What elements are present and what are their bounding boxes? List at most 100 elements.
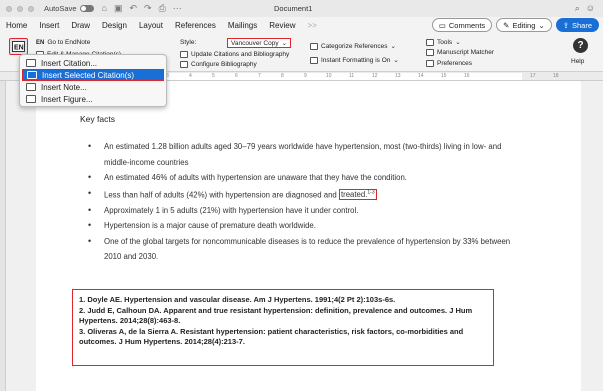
undo-icon[interactable]: ↶: [129, 3, 137, 14]
save-icon[interactable]: ▣: [114, 3, 123, 14]
insert-selected-icon: [27, 71, 37, 79]
menu-item-insert-note[interactable]: Insert Note...: [20, 81, 166, 93]
preferences-button[interactable]: Preferences: [426, 60, 472, 67]
categorize-label: Categorize References: [321, 42, 388, 50]
vertical-ruler: [0, 81, 6, 391]
tab-layout[interactable]: Layout: [133, 21, 169, 30]
ruler-text-area: [113, 73, 522, 80]
autosave-toggle[interactable]: [79, 5, 94, 12]
insert-citation-menu: Insert Citation... Insert Selected Citat…: [19, 54, 167, 107]
tab-references[interactable]: References: [169, 21, 222, 30]
more-icon[interactable]: ⋯: [173, 3, 182, 14]
search-icon[interactable]: ⌕: [575, 3, 580, 14]
menu-item-insert-citation[interactable]: Insert Citation...: [20, 57, 166, 69]
tools-button[interactable]: Tools ⌄: [426, 38, 461, 46]
style-dropdown[interactable]: Vancouver Copy ⌄: [227, 38, 292, 48]
menu-item-label: Insert Selected Citation(s): [42, 70, 135, 80]
home-icon[interactable]: ⌂: [102, 3, 107, 14]
bibliography-icon: [180, 61, 188, 68]
manuscript-matcher-button[interactable]: Manuscript Matcher: [426, 49, 494, 56]
menu-item-label: Insert Citation...: [41, 58, 98, 68]
share-icon: ⇪: [562, 20, 569, 30]
ruler-number: 16: [464, 73, 470, 79]
help-icon[interactable]: ?: [573, 38, 588, 53]
menu-item-insert-figure[interactable]: Insert Figure...: [20, 93, 166, 105]
reference-entry: 2. Judd E, Calhoun DA. Apparent and true…: [79, 305, 473, 326]
list-item: Approximately 1 in 5 adults (21%) with h…: [88, 203, 518, 219]
menu-item-insert-selected-citations[interactable]: Insert Selected Citation(s): [22, 69, 164, 81]
citation-superscript: 1-3: [367, 189, 375, 196]
title-bar: AutoSave ⌂ ▣ ↶ ↷ ⎙ ⋯ Document1 ⌕ ☺: [0, 0, 603, 17]
goto-endnote-button[interactable]: EN Go to EndNote: [36, 39, 90, 46]
chevron-down-icon: ⌄: [393, 57, 399, 64]
chevron-down-icon: ⌄: [538, 20, 545, 30]
document-title: Document1: [274, 4, 313, 13]
preferences-icon: [426, 60, 434, 67]
editing-button[interactable]: ✎ Editing ⌄: [496, 18, 552, 32]
list-item-text: Less than half of adults (42%) with hype…: [104, 190, 337, 200]
ruler-number: 5: [212, 73, 215, 79]
instant-formatting-button[interactable]: Instant Formatting is On ⌄: [310, 56, 399, 64]
insert-citation-icon: [26, 59, 36, 67]
menu-item-label: Insert Figure...: [41, 94, 93, 104]
reference-entry: 3. Oliveras A, de la Sierra A. Resistant…: [79, 326, 464, 347]
inserted-citation[interactable]: treated.1-3: [338, 189, 377, 201]
tab-review[interactable]: Review: [263, 21, 301, 30]
ruler-number: 4: [189, 73, 192, 79]
ruler-number: 18: [553, 73, 559, 79]
tab-overflow[interactable]: >>: [301, 21, 322, 30]
manuscript-icon: [426, 49, 434, 56]
categorize-references-button[interactable]: Categorize References ⌄: [310, 42, 396, 50]
manuscript-matcher-label: Manuscript Matcher: [437, 49, 495, 56]
chevron-down-icon: ⌄: [281, 40, 288, 47]
update-citations-label: Update Citations and Bibliography: [191, 51, 290, 58]
menu-item-label: Insert Note...: [41, 82, 87, 92]
note-icon: [26, 83, 36, 91]
update-icon: [180, 51, 188, 58]
account-icon[interactable]: ☺: [586, 3, 595, 14]
tab-home[interactable]: Home: [0, 21, 33, 30]
formatting-icon: [310, 56, 318, 64]
ruler-number: 6: [235, 73, 238, 79]
tab-insert[interactable]: Insert: [33, 21, 65, 30]
chevron-down-icon: ⌄: [390, 43, 396, 50]
zoom-window-button[interactable]: [28, 5, 34, 12]
document-canvas[interactable]: on Key facts An estimated 1.28 billion a…: [0, 81, 603, 391]
preferences-label: Preferences: [437, 60, 473, 67]
treated-word: treated.: [340, 190, 368, 200]
tab-design[interactable]: Design: [96, 21, 133, 30]
share-label: Share: [571, 20, 592, 30]
figure-icon: [26, 95, 36, 103]
minimize-window-button[interactable]: [17, 5, 23, 12]
ruler-number: 8: [281, 73, 284, 79]
tab-mailings[interactable]: Mailings: [222, 21, 263, 30]
configure-bibliography-button[interactable]: Configure Bibliography: [180, 61, 257, 68]
update-citations-button[interactable]: Update Citations and Bibliography: [180, 51, 289, 58]
print-icon[interactable]: ⎙: [159, 3, 166, 14]
tools-icon: [426, 38, 434, 46]
comments-button[interactable]: ▭ Comments: [431, 18, 493, 32]
ruler-number: 14: [418, 73, 424, 79]
svg-text:EN: EN: [14, 45, 24, 52]
autosave-control[interactable]: AutoSave: [44, 4, 94, 13]
list-item: Less than half of adults (42%) with hype…: [88, 186, 518, 203]
editing-label: Editing: [512, 20, 536, 30]
key-facts-list: An estimated 1.28 billion adults aged 30…: [88, 139, 518, 265]
share-button[interactable]: ⇪ Share: [555, 18, 599, 32]
list-item: One of the global targets for noncommuni…: [88, 234, 518, 265]
chevron-down-icon: ⌄: [455, 39, 461, 46]
redo-icon[interactable]: ↷: [144, 3, 152, 14]
ribbon-tabs: Home Insert Draw Design Layout Reference…: [0, 17, 603, 34]
endnote-logo-icon: EN: [36, 39, 45, 46]
pencil-icon: ✎: [503, 20, 510, 30]
bibliography: 1. Doyle AE. Hypertension and vascular d…: [72, 289, 494, 366]
tab-draw[interactable]: Draw: [65, 21, 96, 30]
ruler-number: 7: [258, 73, 261, 79]
window-controls[interactable]: [6, 5, 34, 12]
configure-bib-label: Configure Bibliography: [191, 61, 257, 68]
key-facts-heading: Key facts: [80, 114, 115, 124]
ruler-number: 13: [395, 73, 401, 79]
close-window-button[interactable]: [6, 5, 12, 12]
insert-citation-button[interactable]: EN: [9, 38, 28, 55]
reference-entry: 1. Doyle AE. Hypertension and vascular d…: [79, 295, 396, 304]
